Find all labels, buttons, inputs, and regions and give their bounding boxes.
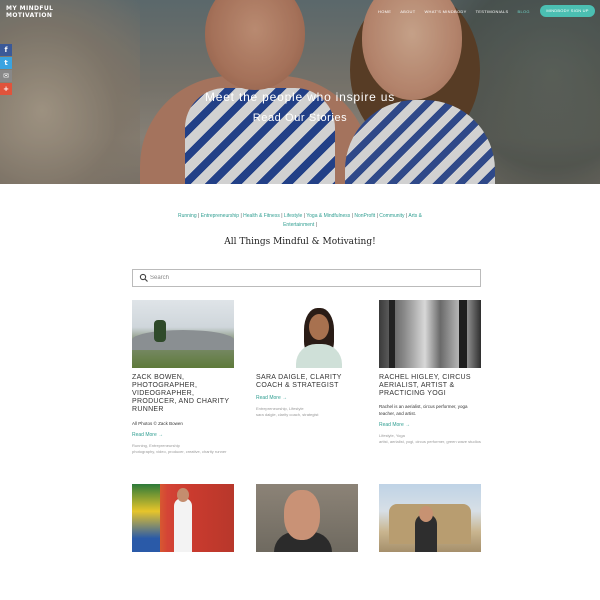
category-links: Running | Entrepreneurship | Health & Fi… [177,213,422,228]
post-title[interactable]: ZACK BOWEN, PHOTOGRAPHER, VIDEOGRAPHER, … [132,374,237,414]
category-link[interactable]: Entrepreneurship [201,213,239,219]
facebook-icon[interactable]: f [0,44,12,56]
search-input[interactable] [150,272,470,284]
post-thumbnail[interactable] [256,484,358,552]
social-share-bar: f t ✉ + [0,44,12,96]
page-title: All Things Mindful & Motivating! [224,237,376,247]
search-icon [139,273,148,282]
nav-home[interactable]: HOME [378,9,391,14]
post-tags[interactable]: artist, aerialist, yogi, circus performe… [379,439,481,445]
share-more-icon[interactable]: + [0,83,12,95]
post-thumbnail[interactable] [132,484,234,552]
hero-subtitle[interactable]: Read Our Stories [0,112,600,124]
post-tags[interactable]: photography, video, producer, creative, … [132,449,234,455]
category-link[interactable]: Lifestyle [284,213,302,219]
logo-line-1: MY MINDFUL [6,5,54,12]
nav-about[interactable]: ABOUT [400,9,415,14]
email-icon[interactable]: ✉ [0,70,12,82]
post-title[interactable]: SARA DAIGLE, CLARITY COACH & STRATEGIST [256,374,361,390]
post-excerpt: Rachel is an aerialist, circus performer… [379,404,468,416]
nav-blog[interactable]: BLOG [518,9,530,14]
category-link[interactable]: Yoga & Mindfulness [306,213,350,219]
search-box[interactable] [132,269,481,287]
logo-line-2: MOTIVATION [6,12,53,19]
post-meta: Running, Entrepreneurship photography, v… [132,443,234,454]
read-more-link[interactable]: Read More → [132,432,163,438]
site-logo[interactable]: MY MINDFUL MOTIVATION [6,5,53,19]
category-link[interactable]: Running [178,213,197,219]
main-nav: HOME ABOUT WHAT'S MINDBODY TESTIMONIALS … [378,9,539,14]
read-more-link[interactable]: Read More → [256,395,287,401]
post-thumbnail[interactable] [379,484,481,552]
post-thumbnail-rachel-higley[interactable] [379,300,481,368]
hero-banner: MY MINDFUL MOTIVATION HOME ABOUT WHAT'S … [0,0,600,184]
post-meta: Lifestyle, Yoga artist, aerialist, yogi,… [379,433,481,444]
read-more-link[interactable]: Read More → [379,422,410,428]
post-meta: Entrepreneurship, Lifestyle sara daigle,… [256,406,358,417]
category-link[interactable]: Health & Fitness [243,213,280,219]
hero-title: Meet the people who inspire us [204,90,396,104]
post-thumbnail-sara-daigle[interactable] [256,300,358,368]
mindbody-signup-button[interactable]: MINDBODY SIGN UP [540,5,595,17]
nav-testimonials[interactable]: TESTIMONIALS [476,9,509,14]
nav-whats-mindbody[interactable]: WHAT'S MINDBODY [424,9,466,14]
category-link[interactable]: Community [379,213,404,219]
post-thumbnail-zack-bowen[interactable] [132,300,234,368]
post-title[interactable]: RACHEL HIGLEY, CIRCUS AERIALIST, ARTIST … [379,374,484,398]
category-link[interactable]: NonProfit [354,213,375,219]
post-tags[interactable]: sara daigle, clarity coach, strategist [256,412,358,418]
post-excerpt: All Photos © Zack Bowen [132,421,183,426]
twitter-icon[interactable]: t [0,57,12,69]
